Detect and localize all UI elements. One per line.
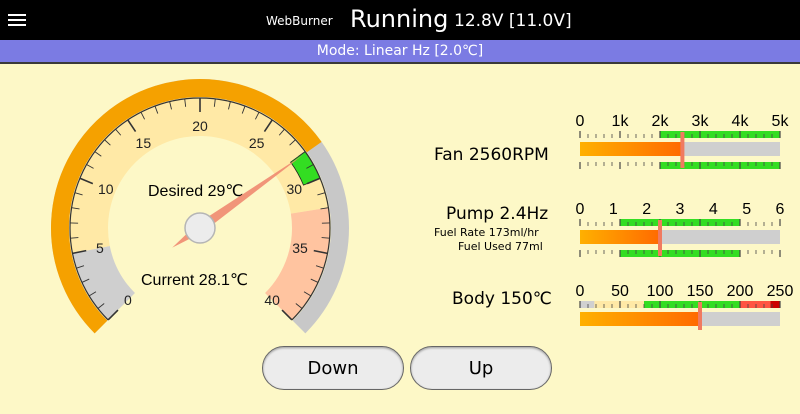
body-zone <box>594 301 644 308</box>
pump-tick-label: 5 <box>742 201 751 218</box>
desired-temp-label: Desired 29℃ <box>148 183 243 200</box>
menu-icon[interactable] <box>8 12 26 28</box>
dial-minor-tick <box>321 237 330 239</box>
fan-tick-label: 2k <box>652 113 670 130</box>
gauge-bars: 0 1k 2k 3k 4k 5k 0 1 2 3 4 5 6 0 50 100 150 200 250 <box>576 113 794 330</box>
mode-bar: Mode: Linear Hz [2.0℃] <box>0 40 800 62</box>
pump-tick-label: 3 <box>676 201 685 218</box>
body-tick-label: 200 <box>727 283 754 300</box>
pump-tick-label: 1 <box>609 201 618 218</box>
dial-scale-label: 35 <box>292 240 308 256</box>
dial-scale-label: 25 <box>249 135 265 151</box>
current-temp-label: Current 28.1℃ <box>141 272 248 289</box>
dial-scale-label: 40 <box>264 292 280 308</box>
fan-green-zone <box>660 131 780 138</box>
fan-tick-label: 5k <box>772 113 790 130</box>
body-tick-label: 50 <box>611 283 629 300</box>
dial-scale-label: 15 <box>136 135 152 151</box>
pump-tick-label: 4 <box>709 201 718 218</box>
body-tick-label: 100 <box>647 283 674 300</box>
fan-bar-marker <box>680 132 685 168</box>
dial-scale-label: 20 <box>192 118 208 134</box>
fan-tick-label: 4k <box>732 113 750 130</box>
body-tick-label: 250 <box>767 283 794 300</box>
fan-tick-label: 1k <box>612 113 630 130</box>
pump-green-zone <box>620 250 740 257</box>
up-button[interactable]: Up <box>410 346 552 390</box>
pump-bar-marker <box>658 220 662 256</box>
dial-scale-label: 5 <box>96 240 104 256</box>
pump-tick-label: 6 <box>776 201 785 218</box>
dial-scale-label: 30 <box>286 181 302 197</box>
pump-tick-label: 0 <box>576 201 585 218</box>
body-zone <box>580 301 595 308</box>
body-zone <box>740 301 771 308</box>
pump-label: Pump 2.4Hz <box>446 204 549 224</box>
top-bar: WebBurner Running 12.8V [11.0V] <box>0 0 800 40</box>
dial-scale-label: 10 <box>98 181 114 197</box>
temperature-dial: 0 5 10 15 20 25 30 35 40 Desired 29℃ Current 28.1℃ <box>51 79 349 334</box>
pump-green-zone <box>620 219 740 226</box>
fan-green-zone <box>660 162 780 169</box>
fan-bar-fill <box>580 142 683 156</box>
fan-tick-label: 0 <box>576 113 585 130</box>
dial-scale-label: 0 <box>124 292 132 308</box>
down-button[interactable]: Down <box>262 346 404 390</box>
body-tick-label: 0 <box>576 283 585 300</box>
pump-tick-label: 2 <box>642 201 651 218</box>
pump-bar-fill <box>580 230 660 244</box>
brand-title: WebBurner <box>266 14 333 28</box>
fan-label: Fan 2560RPM <box>434 145 549 165</box>
fuel-rate: Fuel Rate 173ml/hr <box>434 226 539 239</box>
dial-minor-tick <box>70 237 79 239</box>
run-state: Running <box>350 5 449 33</box>
body-tick-label: 150 <box>687 283 714 300</box>
fuel-used: Fuel Used 77ml <box>458 240 543 253</box>
body-bar-fill <box>580 312 700 326</box>
dial-hub <box>184 212 216 244</box>
body-label: Body 150℃ <box>452 289 552 309</box>
body-bar-marker <box>698 302 702 330</box>
mode-text: Mode: Linear Hz [2.0℃] <box>316 43 484 59</box>
fan-tick-label: 3k <box>692 113 710 130</box>
voltage-readout: 12.8V [11.0V] <box>454 11 572 31</box>
